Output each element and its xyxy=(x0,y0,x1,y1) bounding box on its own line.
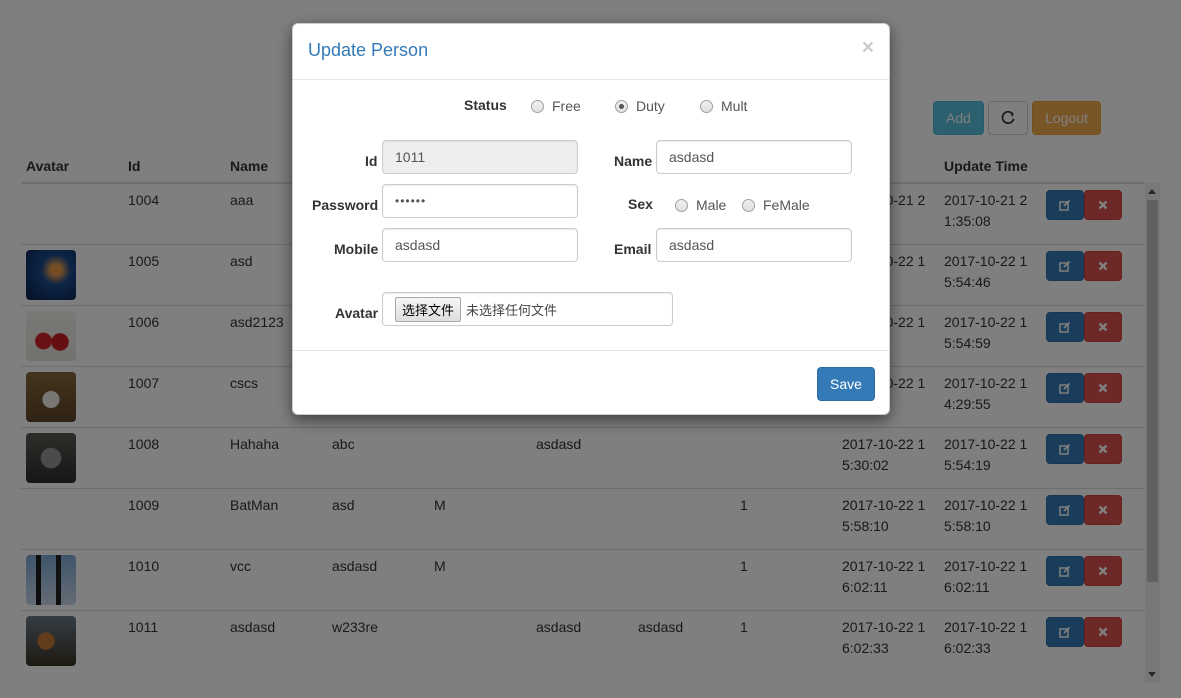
sex-female-label: FeMale xyxy=(763,197,810,213)
status-free-label: Free xyxy=(552,98,581,114)
modal-footer: Save xyxy=(293,350,889,416)
status-duty-label: Duty xyxy=(636,98,665,114)
radio-free[interactable] xyxy=(531,99,544,113)
avatar-file-input[interactable]: 选择文件 未选择任何文件 xyxy=(382,292,673,326)
radio-female[interactable] xyxy=(742,198,755,212)
password-field[interactable]: •••••• xyxy=(382,184,578,218)
email-field[interactable]: asdasd xyxy=(656,228,852,262)
status-duty-radio[interactable]: Duty xyxy=(615,98,665,114)
update-person-modal: Update Person × Status Free Duty Mult Id… xyxy=(292,23,890,415)
modal-title: Update Person xyxy=(308,40,429,60)
mobile-label: Mobile xyxy=(334,241,379,257)
status-mult-label: Mult xyxy=(721,98,748,114)
radio-male[interactable] xyxy=(675,198,688,212)
modal-header: Update Person × xyxy=(293,24,889,80)
password-label: Password xyxy=(312,197,379,213)
id-field[interactable]: 1011 xyxy=(382,140,578,174)
file-status-text: 未选择任何文件 xyxy=(466,302,558,318)
sex-female-radio[interactable]: FeMale xyxy=(742,197,810,213)
sex-label: Sex xyxy=(628,196,653,212)
avatar-label: Avatar xyxy=(335,305,379,321)
mobile-field[interactable]: asdasd xyxy=(382,228,578,262)
status-mult-radio[interactable]: Mult xyxy=(700,98,747,114)
save-button[interactable]: Save xyxy=(817,367,875,401)
name-field[interactable]: asdasd xyxy=(656,140,852,174)
radio-mult[interactable] xyxy=(700,99,713,113)
id-label: Id xyxy=(365,153,378,169)
email-label: Email xyxy=(614,241,652,257)
status-label: Status xyxy=(464,97,507,113)
sex-male-label: Male xyxy=(696,197,727,213)
close-icon[interactable]: × xyxy=(862,36,874,60)
choose-file-button[interactable]: 选择文件 xyxy=(395,296,462,322)
radio-duty[interactable] xyxy=(615,99,628,113)
name-label: Name xyxy=(614,153,653,169)
status-free-radio[interactable]: Free xyxy=(531,98,581,114)
sex-male-radio[interactable]: Male xyxy=(675,197,726,213)
